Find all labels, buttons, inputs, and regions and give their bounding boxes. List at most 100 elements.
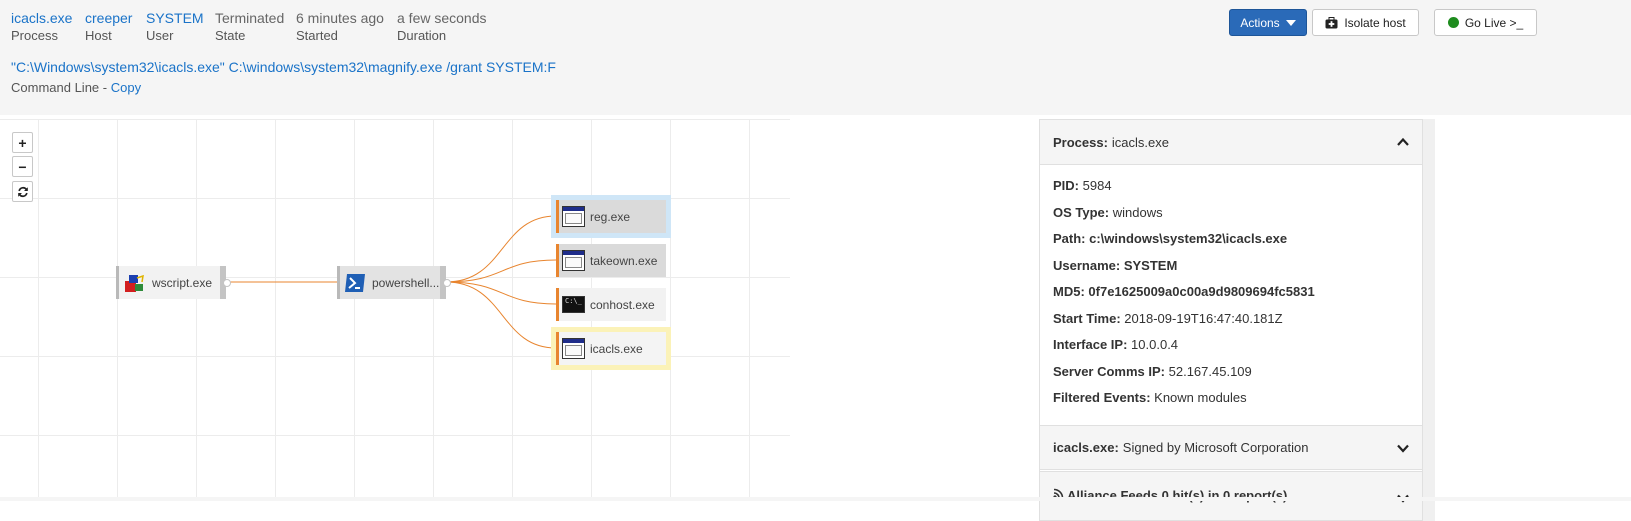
edge-powershell-icacls: [445, 281, 557, 349]
node-knob: [443, 278, 451, 287]
powershell-icon: [345, 273, 365, 292]
node-accent: [556, 244, 559, 277]
process-tree-graph[interactable]: + − wscript.exe powershell.... reg.exe t…: [0, 119, 790, 497]
wscript-icon: [125, 274, 144, 292]
go-live-label: Go Live >_: [1464, 15, 1524, 30]
host-label: Host: [85, 28, 112, 43]
prop-server-comms-ip: Server Comms IP: 52.167.45.109: [1053, 364, 1252, 379]
prop-path: Path: c:\windows\system32\icacls.exe: [1053, 231, 1287, 246]
zoom-in-button[interactable]: +: [12, 132, 33, 153]
prop-key: MD5:: [1053, 284, 1085, 299]
host-link[interactable]: creeper: [85, 9, 132, 27]
prop-username: Username: SYSTEM: [1053, 258, 1177, 273]
node-takeown[interactable]: takeown.exe: [556, 244, 666, 277]
process-label: Process: [11, 28, 58, 43]
command-line-link[interactable]: "C:\Windows\system32\icacls.exe" C:\wind…: [11, 59, 556, 75]
actions-button[interactable]: Actions: [1229, 9, 1307, 36]
node-wscript[interactable]: wscript.exe: [116, 266, 231, 299]
graph-edges: [226, 215, 557, 349]
command-line-label: Command Line -: [11, 80, 111, 95]
isolate-host-button[interactable]: Isolate host: [1312, 9, 1419, 36]
prop-md5: MD5: 0f7e1625009a0c00a9d9809694fc5831: [1053, 284, 1315, 299]
meta-state: Terminated State: [215, 9, 284, 45]
meta-started: 6 minutes ago Started: [296, 9, 384, 45]
duration-label: Duration: [397, 28, 447, 43]
node-powershell[interactable]: powershell....: [337, 266, 451, 299]
signature-section-header[interactable]: icacls.exe: Signed by Microsoft Corporat…: [1040, 425, 1422, 470]
process-details-panel: Process: icacls.exe PID: 5984 OS Type: w…: [1039, 119, 1423, 521]
prop-value: 52.167.45.109: [1168, 364, 1252, 379]
prop-key: Filtered Events:: [1053, 390, 1151, 405]
prop-value: 5984: [1082, 178, 1112, 193]
reset-view-button[interactable]: [12, 181, 33, 202]
user-link[interactable]: SYSTEM: [146, 9, 204, 27]
meta-process: icacls.exe Process: [11, 9, 72, 45]
prop-start-time: Start Time: 2018-09-19T16:47:40.181Z: [1053, 311, 1283, 326]
prop-key: Path:: [1053, 231, 1086, 246]
prop-value: windows: [1112, 205, 1163, 220]
refresh-icon: [17, 186, 28, 197]
console-icon: C:\_: [562, 296, 585, 313]
isolate-host-label: Isolate host: [1344, 15, 1406, 30]
node-conhost[interactable]: C:\_ conhost.exe: [556, 288, 666, 321]
alliance-feeds-section-header[interactable]: Alliance Feeds 0 hit(s) in 0 report(s): [1040, 471, 1422, 521]
chevron-down-icon: [1397, 444, 1409, 453]
prop-key: Start Time:: [1053, 311, 1121, 326]
footer-strip: [0, 497, 1631, 501]
prop-pid: PID: 5984: [1053, 178, 1112, 193]
node-icacls[interactable]: icacls.exe: [556, 332, 666, 365]
state-value: Terminated: [215, 10, 285, 26]
window-icon: [562, 206, 585, 227]
node-powershell-label: powershell....: [372, 275, 443, 290]
prop-key: PID:: [1053, 178, 1079, 193]
meta-user: SYSTEM User: [146, 9, 204, 45]
user-label: User: [146, 28, 174, 43]
meta-host: creeper Host: [85, 9, 132, 45]
actions-label: Actions: [1240, 15, 1280, 30]
edge-powershell-conhost: [445, 281, 557, 305]
prop-os-type: OS Type: windows: [1053, 205, 1163, 220]
node-reg-label: reg.exe: [590, 209, 631, 224]
started-label: Started: [296, 28, 338, 43]
prop-value: SYSTEM: [1123, 258, 1178, 273]
started-value: 6 minutes ago: [296, 10, 384, 26]
prop-key: OS Type:: [1053, 205, 1110, 220]
node-conhost-label: conhost.exe: [590, 297, 655, 312]
caret-down-icon: [1285, 19, 1296, 26]
prop-value: 0f7e1625009a0c00a9d9809694fc5831: [1088, 284, 1315, 299]
prop-key: Server Comms IP:: [1053, 364, 1165, 379]
status-dot-icon: [1447, 17, 1459, 28]
signed-value: Signed by Microsoft Corporation: [1122, 440, 1309, 455]
copy-link[interactable]: Copy: [111, 80, 141, 95]
prop-value: 2018-09-19T16:47:40.181Z: [1124, 311, 1283, 326]
node-accent: [556, 200, 559, 233]
process-head-value: icacls.exe: [1111, 134, 1169, 150]
go-live-button[interactable]: Go Live >_: [1434, 9, 1537, 36]
prop-key: Interface IP:: [1053, 337, 1128, 352]
node-reg[interactable]: reg.exe: [556, 200, 666, 233]
process-header: icacls.exe Process creeper Host SYSTEM U…: [0, 0, 1631, 115]
command-line-caption: Command Line - Copy: [11, 80, 141, 95]
prop-value: Known modules: [1154, 390, 1247, 405]
process-name-link[interactable]: icacls.exe: [11, 9, 72, 27]
medkit-icon: [1325, 16, 1338, 28]
node-takeown-label: takeown.exe: [590, 253, 658, 268]
prop-value: c:\windows\system32\icacls.exe: [1089, 231, 1288, 246]
prop-filtered-events: Filtered Events: Known modules: [1053, 390, 1247, 405]
chevron-up-icon: [1397, 137, 1409, 146]
window-icon: [562, 250, 585, 271]
window-icon: [562, 338, 585, 359]
signed-key: icacls.exe:: [1053, 440, 1119, 455]
process-section-header[interactable]: Process: icacls.exe: [1040, 120, 1422, 165]
edge-powershell-reg: [445, 215, 557, 283]
node-accent: [556, 288, 559, 321]
zoom-out-button[interactable]: −: [12, 156, 33, 177]
panel-scrollbar[interactable]: [1423, 119, 1435, 521]
edge-powershell-takeown: [445, 259, 557, 283]
process-head-key: Process:: [1053, 134, 1108, 150]
node-edge: [337, 266, 340, 299]
prop-value: 10.0.0.4: [1131, 337, 1179, 352]
prop-interface-ip: Interface IP: 10.0.0.4: [1053, 337, 1178, 352]
node-edge: [116, 266, 119, 299]
node-accent: [556, 332, 559, 365]
